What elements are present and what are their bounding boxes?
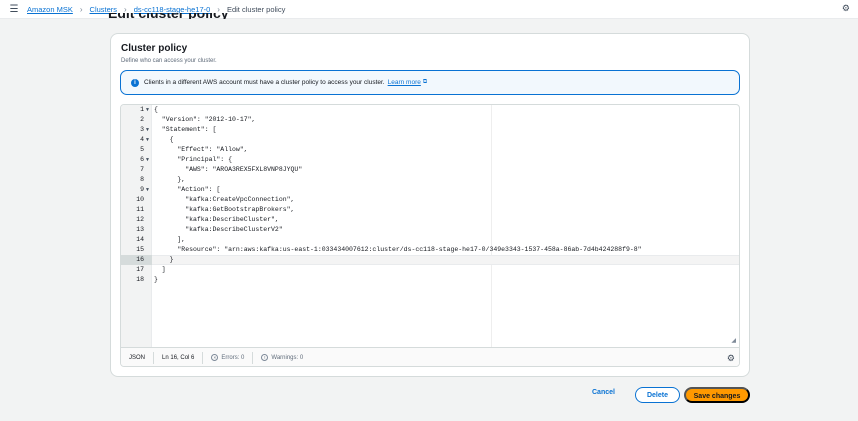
container-title: Cluster policy xyxy=(121,43,188,54)
code-line: "Effect": "Allow", xyxy=(154,146,248,153)
editor-settings-icon[interactable]: ⚙ xyxy=(727,353,735,364)
breadcrumb-current: Edit cluster policy xyxy=(226,4,286,14)
code-line: } xyxy=(154,256,174,263)
fold-toggle-icon[interactable]: ▼ xyxy=(145,137,150,143)
editor-statusbar: JSON Ln 16, Col 6 × Errors: 0 ! Warnings: … xyxy=(121,347,739,366)
line-number: 7 xyxy=(140,166,144,173)
code-line: { xyxy=(154,136,174,143)
delete-button[interactable]: Delete xyxy=(635,387,680,403)
line-number: 10 xyxy=(136,196,144,203)
language-label: JSON xyxy=(121,352,155,364)
code-line: } xyxy=(154,276,158,283)
line-number: 14 xyxy=(136,236,144,243)
fold-toggle-icon[interactable]: ▼ xyxy=(145,157,150,163)
code-line: ] xyxy=(154,266,166,273)
code-line: "kafka:DescribeCluster", xyxy=(154,216,279,223)
code-line: "AWS": "AROA3REX5FXL8VNP8JYQU" xyxy=(154,166,303,173)
code-line: "kafka:GetBootstrapBrokers", xyxy=(154,206,295,213)
warnings-count: Warnings: 0 xyxy=(271,355,304,361)
line-number: 18 xyxy=(136,276,144,283)
line-number: 1 xyxy=(140,106,144,113)
code-line: "kafka:CreateVpcConnection", xyxy=(154,196,295,203)
line-number: 2 xyxy=(140,116,144,123)
line-number: 15 xyxy=(136,246,144,253)
line-number: 4 xyxy=(140,136,144,143)
line-number: 16 xyxy=(136,256,144,263)
resize-handle-icon[interactable]: ◢ xyxy=(731,337,736,344)
container-description: Define who can access your cluster. xyxy=(121,58,217,64)
code-line: { xyxy=(154,106,158,113)
errors-count: Errors: 0 xyxy=(221,355,245,361)
learn-more-link[interactable]: Learn more xyxy=(388,79,421,86)
info-icon: i xyxy=(131,78,139,87)
fold-toggle-icon[interactable]: ▼ xyxy=(145,127,150,133)
line-number: 9 xyxy=(140,186,144,193)
code-line: "Statement": [ xyxy=(154,126,217,133)
alert-text: Clients in a different AWS account must … xyxy=(144,79,385,86)
line-number: 8 xyxy=(140,176,144,183)
error-icon: × xyxy=(211,353,219,361)
line-number: 3 xyxy=(140,126,144,133)
save-changes-button[interactable]: Save changes xyxy=(684,387,750,403)
code-line: "Principal": { xyxy=(154,156,233,163)
breadcrumb-amazon-msk[interactable]: Amazon MSK xyxy=(27,5,73,14)
external-link-icon: ⧉ xyxy=(422,79,428,85)
line-number: 11 xyxy=(136,206,144,213)
line-number: 5 xyxy=(140,146,144,153)
fold-toggle-icon[interactable]: ▼ xyxy=(145,107,150,113)
active-line-highlight xyxy=(152,255,739,265)
cursor-position: Ln 16, Col 6 xyxy=(154,352,204,364)
line-number: 17 xyxy=(136,266,144,273)
warnings-indicator[interactable]: ! Warnings: 0 xyxy=(253,352,311,364)
line-number: 13 xyxy=(136,226,144,233)
chevron-right-icon: › xyxy=(79,4,83,14)
errors-indicator[interactable]: × Errors: 0 xyxy=(203,352,254,364)
warning-icon: ! xyxy=(261,353,269,361)
fold-toggle-icon[interactable]: ▼ xyxy=(145,187,150,193)
code-line: "kafka:DescribeClusterV2" xyxy=(154,226,283,233)
info-alert: i Clients in a different AWS account mus… xyxy=(120,70,740,95)
code-line: }, xyxy=(154,176,186,183)
code-line: "Resource": "arn:aws:kafka:us-east-1:033… xyxy=(154,246,642,253)
editor-gutter: 1 ▼ 2 3 ▼ 4 ▼ 5 6 ▼ 7 8 9 ▼ 10 11 12 13 14 15 16 17 18 xyxy=(121,105,152,347)
line-number: 12 xyxy=(136,216,144,223)
cluster-policy-container: Cluster policy Define who can access you… xyxy=(110,33,750,377)
code-line: "Action": [ xyxy=(154,186,221,193)
settings-icon[interactable]: ⚙ xyxy=(842,3,850,14)
page-title: Edit cluster policy xyxy=(108,13,229,19)
code-editor[interactable]: 1 ▼ 2 3 ▼ 4 ▼ 5 6 ▼ 7 8 9 ▼ 10 11 12 13 14 15 16 17 18 { "Vers… xyxy=(120,104,740,367)
code-line: ], xyxy=(154,236,186,243)
print-margin xyxy=(491,105,492,347)
code-line: "Version": "2012-10-17", xyxy=(154,116,256,123)
cancel-button[interactable]: Cancel xyxy=(592,389,615,396)
line-number: 6 xyxy=(140,156,144,163)
hamburger-menu-icon[interactable]: ☰ xyxy=(3,4,25,15)
